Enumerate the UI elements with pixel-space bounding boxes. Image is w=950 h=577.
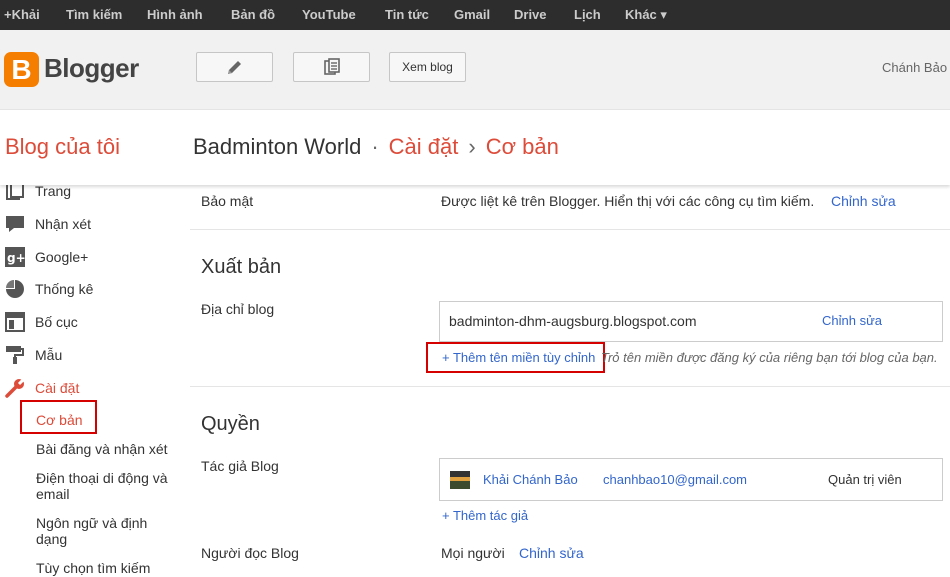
blog-address-box: badminton-dhm-augsburg.blogspot.com Chỉn… bbox=[439, 301, 943, 342]
divider bbox=[190, 229, 950, 230]
gbar-item-calendar[interactable]: Lịch bbox=[574, 7, 601, 22]
gbar-item-more[interactable]: Khác ▾ bbox=[625, 7, 667, 23]
logo-letter: B bbox=[11, 54, 32, 85]
posts-icon bbox=[323, 58, 340, 75]
author-row: Khải Chánh Bảo chanhbao10@gmail.com Quản… bbox=[439, 458, 943, 501]
sidebar-item-label: Bố cục bbox=[35, 314, 78, 330]
sidebar-item-label: Google+ bbox=[35, 249, 89, 265]
view-blog-button[interactable]: Xem blog bbox=[389, 52, 466, 82]
blog-readers-value: Mọi người bbox=[441, 545, 505, 561]
breadcrumb-arrow: › bbox=[468, 134, 476, 159]
sidebar-item-label: Trang bbox=[35, 183, 72, 199]
sidebar-item-label: Cài đặt bbox=[35, 380, 80, 396]
breadcrumb-settings[interactable]: Cài đặt bbox=[389, 134, 459, 159]
comments-icon bbox=[6, 216, 24, 232]
publishing-section-title: Xuất bản bbox=[201, 256, 282, 278]
author-role[interactable]: Quản trị viên bbox=[828, 472, 902, 487]
sidebar-item-label: Nhận xét bbox=[35, 216, 92, 232]
author-name-link[interactable]: Khải Chánh Bảo bbox=[483, 472, 578, 487]
sidebar-item-label: Mẫu bbox=[35, 347, 63, 363]
highlight-box-basic bbox=[20, 400, 97, 434]
main-content: Bảo mật Được liệt kê trên Blogger. Hiển … bbox=[190, 185, 950, 577]
posts-list-button[interactable] bbox=[293, 52, 370, 82]
breadcrumb: Badminton World · Cài đặt › Cơ bản bbox=[193, 134, 559, 160]
wrench-icon bbox=[5, 378, 25, 398]
sidebar: Trang Nhận xét g+ Google+ Thống kê Bố cụ… bbox=[0, 181, 185, 577]
gbar-item-plus-khai[interactable]: +Khải bbox=[4, 7, 40, 22]
privacy-label: Bảo mật bbox=[201, 193, 254, 209]
sidebar-subitem-mobile-email[interactable]: Điện thoại di động và email bbox=[36, 470, 181, 502]
google-plus-icon: g+ bbox=[5, 247, 25, 267]
new-post-button[interactable] bbox=[196, 52, 273, 82]
add-custom-domain-link[interactable]: + Thêm tên miền tùy chỉnh bbox=[442, 350, 595, 365]
template-icon bbox=[6, 346, 24, 364]
blogger-header: B Blogger Xem blog Chánh Bảo bbox=[0, 30, 950, 110]
user-name[interactable]: Chánh Bảo bbox=[882, 60, 947, 75]
sidebar-subitem-language-format[interactable]: Ngôn ngữ và định dạng bbox=[36, 515, 181, 547]
privacy-value: Được liệt kê trên Blogger. Hiển thị với … bbox=[441, 193, 815, 209]
blogger-logo-icon[interactable]: B bbox=[4, 52, 39, 87]
author-avatar-icon bbox=[450, 471, 470, 489]
blog-address-edit-link[interactable]: Chỉnh sửa bbox=[822, 313, 882, 328]
gbar-item-youtube[interactable]: YouTube bbox=[302, 7, 356, 22]
blog-readers-label: Người đọc Blog bbox=[201, 545, 299, 561]
add-author-link[interactable]: + Thêm tác giả bbox=[442, 508, 528, 523]
gbar-item-news[interactable]: Tin tức bbox=[385, 7, 429, 22]
permissions-section-title: Quyền bbox=[201, 413, 260, 435]
gbar-item-maps[interactable]: Bản đồ bbox=[231, 7, 275, 22]
gbar-item-drive[interactable]: Drive bbox=[514, 7, 547, 22]
gbar-item-search[interactable]: Tìm kiếm bbox=[66, 7, 122, 22]
blog-authors-label: Tác giả Blog bbox=[201, 458, 279, 474]
sidebar-subitem-posts-comments[interactable]: Bài đăng và nhận xét bbox=[36, 441, 181, 457]
breadcrumb-dot: · bbox=[371, 134, 379, 159]
blog-address-value: badminton-dhm-augsburg.blogspot.com bbox=[449, 313, 697, 329]
blogger-logo-text[interactable]: Blogger bbox=[44, 53, 139, 84]
gbar-item-gmail[interactable]: Gmail bbox=[454, 7, 490, 22]
title-bar: Blog của tôi Badminton World · Cài đặt › Cơ … bbox=[0, 110, 950, 185]
pencil-icon bbox=[227, 61, 241, 74]
breadcrumb-basic: Cơ bản bbox=[485, 134, 559, 159]
sidebar-subitem-search-preferences[interactable]: Tùy chọn tìm kiếm bbox=[36, 560, 181, 576]
my-blogs-link[interactable]: Blog của tôi bbox=[5, 134, 120, 160]
blog-address-label: Địa chỉ blog bbox=[201, 301, 275, 317]
stats-icon bbox=[6, 280, 24, 298]
blog-readers-edit-link[interactable]: Chỉnh sửa bbox=[519, 545, 584, 561]
sidebar-item-label: Thống kê bbox=[35, 281, 94, 297]
breadcrumb-blog-name[interactable]: Badminton World bbox=[193, 134, 361, 159]
svg-text:g+: g+ bbox=[7, 251, 25, 265]
layout-icon bbox=[5, 312, 25, 332]
custom-domain-hint: Trỏ tên miền được đăng ký của riêng bạn … bbox=[601, 350, 938, 365]
google-bar: +Khải Tìm kiếm Hình ảnh Bản đồ YouTube T… bbox=[0, 0, 950, 30]
author-email: chanhbao10@gmail.com bbox=[603, 472, 748, 487]
gbar-item-images[interactable]: Hình ảnh bbox=[147, 7, 203, 22]
divider bbox=[190, 386, 950, 387]
privacy-edit-link[interactable]: Chỉnh sửa bbox=[831, 193, 896, 209]
